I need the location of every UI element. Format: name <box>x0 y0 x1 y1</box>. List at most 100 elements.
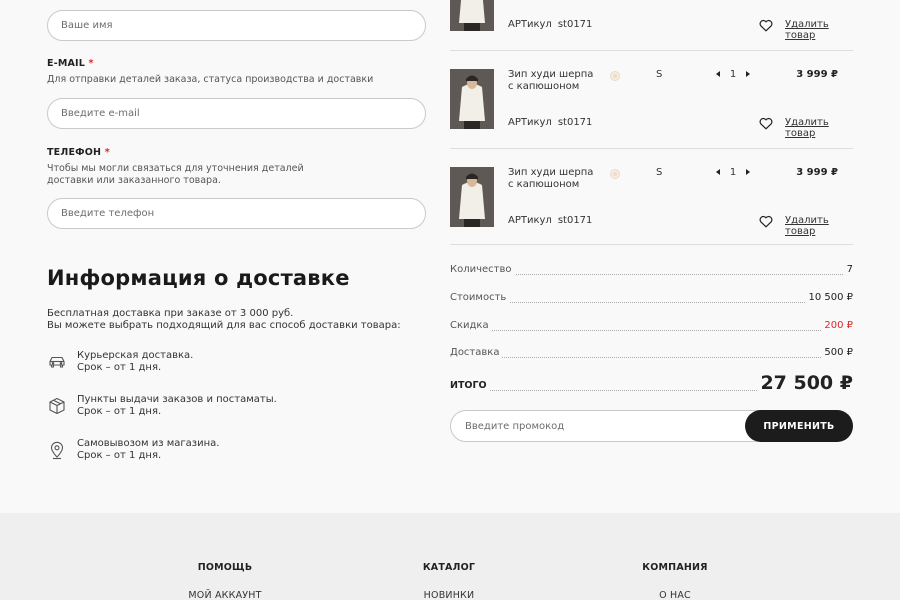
heart-icon[interactable] <box>759 17 773 32</box>
email-label: E-MAIL * <box>47 58 94 69</box>
required-mark: * <box>104 147 110 158</box>
product-price: 3 999 ₽ <box>796 69 838 80</box>
name-field[interactable] <box>47 10 426 41</box>
footer-link[interactable]: НОВИНКИ <box>369 590 529 600</box>
delivery-option-term: Срок – от 1 дня. <box>77 449 162 461</box>
article-info: АРТикул st0171 <box>508 215 592 226</box>
footer: ПОМОЩЬ МОЙ АККАУНТ КАТАЛОГ НОВИНКИ КОМПА… <box>0 513 900 600</box>
article-code: st0171 <box>557 117 593 128</box>
footer-column-catalog: КАТАЛОГ НОВИНКИ <box>369 562 529 600</box>
email-label-text: E-MAIL <box>47 58 86 69</box>
product-name[interactable]: Зип худи шерпа с капюшоном <box>508 167 608 190</box>
email-hint: Для отправки деталей заказа, статуса про… <box>47 74 374 85</box>
phone-hint: Чтобы мы могли связаться для уточнения д… <box>47 163 304 186</box>
delivery-option-term: Срок – от 1 дня. <box>77 405 162 417</box>
increase-qty-icon[interactable] <box>746 71 750 77</box>
email-field[interactable] <box>47 98 426 129</box>
delivery-info-title: Информация о доставке <box>47 266 350 290</box>
car-icon <box>47 352 67 372</box>
increase-qty-icon[interactable] <box>746 169 750 175</box>
delivery-option-pickup-points: Пункты выдачи заказов и постаматы. Срок … <box>47 394 367 422</box>
product-name-line-1: Зип худи шерпа <box>508 69 594 80</box>
phone-label-text: ТЕЛЕФОН <box>47 147 102 158</box>
delivery-option-text: Курьерская доставка. Срок – от 1 дня. <box>77 350 193 373</box>
summary-discount-row: Скидка 200 ₽ <box>450 320 853 334</box>
promo-code-input[interactable] <box>465 411 725 441</box>
dotted-leader <box>450 302 853 303</box>
delivery-intro: Бесплатная доставка при заказе от 3 000 … <box>47 308 401 332</box>
quantity-value: 1 <box>729 69 737 80</box>
summary-cost-row: Стоимость 10 500 ₽ <box>450 292 853 306</box>
decrease-qty-icon[interactable] <box>716 169 720 175</box>
dotted-leader <box>450 357 853 358</box>
delivery-option-self-pickup: Самовывозом из магазина. Срок – от 1 дня… <box>47 438 367 466</box>
summary-delivery-row: Доставка 500 ₽ <box>450 347 853 361</box>
summary-label: Стоимость <box>450 292 510 303</box>
article-label: АРТикул <box>508 117 552 128</box>
promo-code-form: ПРИМЕНИТЬ <box>450 410 853 442</box>
footer-heading: ПОМОЩЬ <box>197 562 253 573</box>
color-swatch <box>610 71 620 81</box>
delivery-option-name: Пункты выдачи заказов и постаматы. <box>77 394 277 405</box>
total-label: ИТОГО <box>450 380 490 391</box>
product-name[interactable]: Зип худи шерпа с капюшоном <box>508 69 608 92</box>
article-code: st0171 <box>557 19 593 30</box>
quantity-value: 1 <box>729 167 737 178</box>
product-price: 3 999 ₽ <box>796 167 838 178</box>
summary-value: 7 <box>843 264 853 275</box>
product-thumbnail[interactable] <box>450 0 494 31</box>
footer-column-help: ПОМОЩЬ МОЙ АККАУНТ <box>145 562 305 600</box>
cart-item: Зип худи шерпа с капюшоном S 1 3 999 ₽ А… <box>450 51 853 148</box>
heart-icon[interactable] <box>759 213 773 228</box>
phone-label: ТЕЛЕФОН * <box>47 147 110 158</box>
remove-item-link[interactable]: Удалить товар <box>785 215 853 237</box>
apply-promo-button[interactable]: ПРИМЕНИТЬ <box>745 410 853 442</box>
delivery-option-text: Пункты выдачи заказов и постаматы. Срок … <box>77 394 277 417</box>
product-name-line-2: с капюшоном <box>508 80 580 92</box>
phone-hint-line-2: доставки или заказанного товара. <box>47 174 221 186</box>
product-thumbnail[interactable] <box>450 69 494 129</box>
summary-total-row: ИТОГО 27 500 ₽ <box>450 372 853 394</box>
cart-item: Зип худи шерпа с капюшоном S 1 3 999 ₽ А… <box>450 149 853 246</box>
delivery-option-name: Курьерская доставка. <box>77 350 194 361</box>
summary-label: Доставка <box>450 347 503 358</box>
article-label: АРТикул <box>508 19 552 30</box>
summary-label: Скидка <box>450 320 492 331</box>
product-name-line-1: Зип худи шерпа <box>508 167 594 178</box>
product-size: S <box>656 167 663 178</box>
total-value: 27 500 ₽ <box>757 372 853 394</box>
heart-icon[interactable] <box>759 115 773 130</box>
delivery-option-name: Самовывозом из магазина. <box>77 438 220 449</box>
phone-hint-line-1: Чтобы мы могли связаться для уточнения д… <box>47 163 304 174</box>
product-thumbnail[interactable] <box>450 167 494 227</box>
article-code: st0171 <box>557 215 593 226</box>
remove-item-link[interactable]: Удалить товар <box>785 117 853 139</box>
quantity-stepper: 1 <box>716 167 750 179</box>
article-info: АРТикул st0171 <box>508 117 592 128</box>
summary-value: 10 500 ₽ <box>805 292 853 303</box>
delivery-option-term: Срок – от 1 дня. <box>77 361 162 373</box>
article-info: АРТикул st0171 <box>508 19 592 30</box>
footer-heading: КОМПАНИЯ <box>642 562 708 573</box>
footer-column-company: КОМПАНИЯ О НАС <box>595 562 755 600</box>
delivery-option-text: Самовывозом из магазина. Срок – от 1 дня… <box>77 438 219 461</box>
remove-item-link[interactable]: Удалить товар <box>785 19 853 41</box>
delivery-intro-line-1: Бесплатная доставка при заказе от 3 000 … <box>47 308 294 319</box>
product-name-line-2: с капюшоном <box>508 178 580 190</box>
location-pin-icon <box>47 440 67 460</box>
footer-link[interactable]: О НАС <box>595 590 755 600</box>
divider <box>450 244 853 245</box>
quantity-stepper: 1 <box>716 69 750 81</box>
footer-link[interactable]: МОЙ АККАУНТ <box>145 590 305 600</box>
phone-field[interactable] <box>47 198 426 229</box>
footer-heading: КАТАЛОГ <box>422 562 476 573</box>
color-swatch <box>610 169 620 179</box>
delivery-intro-line-2: Вы можете выбрать подходящий для вас спо… <box>47 320 401 331</box>
article-label: АРТикул <box>508 215 552 226</box>
dotted-leader <box>450 330 853 331</box>
required-mark: * <box>88 58 94 69</box>
product-size: S <box>656 69 663 80</box>
decrease-qty-icon[interactable] <box>716 71 720 77</box>
summary-quantity-row: Количество 7 <box>450 264 853 278</box>
box-icon <box>47 396 67 416</box>
